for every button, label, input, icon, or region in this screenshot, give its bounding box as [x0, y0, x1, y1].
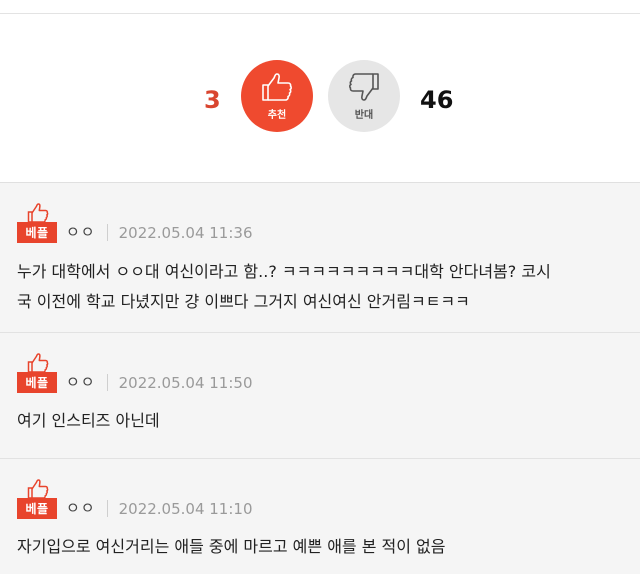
downvote-label: 반대: [354, 110, 374, 121]
comment-text-line: 여기 인스티즈 아닌데: [17, 411, 160, 430]
thumbs-up-icon: [27, 203, 49, 223]
thumbs-up-icon: [262, 73, 292, 101]
divider: [106, 500, 108, 517]
comment-header: 베플 ㅇㅇ 2022.05.04 11:10: [16, 479, 253, 519]
thumbs-up-icon: [27, 353, 49, 373]
comment-text: 누가 대학에서 ㅇㅇ대 여신이라고 함..? ㅋㅋㅋㅋㅋㅋㅋㅋㅋ대학 안다녀봄?…: [17, 257, 627, 317]
vote-area: 3 추천 반대 46: [0, 14, 640, 182]
comment-author[interactable]: ㅇㅇ: [66, 221, 96, 242]
comment-text-line: 국 이전에 학교 다녔지만 걍 이쁘다 그거지 여신여신 안거림ㅋㅌㅋㅋ: [17, 292, 470, 311]
thumbs-up-icon: [27, 479, 49, 499]
comment-text-line: 누가 대학에서 ㅇㅇ대 여신이라고 함..? ㅋㅋㅋㅋㅋㅋㅋㅋㅋ대학 안다녀봄?…: [17, 262, 551, 281]
comment-item: 베플 ㅇㅇ 2022.05.04 11:50 여기 인스티즈 아닌데: [0, 333, 640, 459]
upvote-count: 3: [204, 86, 221, 114]
best-comments-list: 베플 ㅇㅇ 2022.05.04 11:36 누가 대학에서 ㅇㅇ대 여신이라고…: [0, 182, 640, 574]
comment-date: 2022.05.04 11:50: [118, 374, 253, 392]
comment-header: 베플 ㅇㅇ 2022.05.04 11:36: [16, 203, 253, 243]
comment-text: 자기입으로 여신거리는 애들 중에 마르고 예쁜 애를 본 적이 없음: [17, 532, 627, 562]
comment-author[interactable]: ㅇㅇ: [66, 497, 96, 518]
best-label: 베플: [17, 222, 57, 243]
comment-text: 여기 인스티즈 아닌데: [17, 406, 627, 436]
divider: [106, 224, 108, 241]
upvote-label: 추천: [267, 110, 287, 121]
divider: [106, 374, 108, 391]
best-label: 베플: [17, 372, 57, 393]
best-label: 베플: [17, 498, 57, 519]
best-comment-badge: 베플: [16, 479, 58, 519]
comment-header: 베플 ㅇㅇ 2022.05.04 11:50: [16, 353, 253, 393]
upvote-button[interactable]: 추천: [241, 60, 313, 132]
thumbs-down-icon: [349, 73, 379, 101]
best-comment-badge: 베플: [16, 353, 58, 393]
comment-item: 베플 ㅇㅇ 2022.05.04 11:10 자기입으로 여신거리는 애들 중에…: [0, 459, 640, 574]
comment-item: 베플 ㅇㅇ 2022.05.04 11:36 누가 대학에서 ㅇㅇ대 여신이라고…: [0, 183, 640, 333]
downvote-count: 46: [420, 86, 454, 114]
comment-date: 2022.05.04 11:36: [118, 224, 253, 242]
best-comment-badge: 베플: [16, 203, 58, 243]
comment-author[interactable]: ㅇㅇ: [66, 371, 96, 392]
comment-text-line: 자기입으로 여신거리는 애들 중에 마르고 예쁜 애를 본 적이 없음: [17, 537, 446, 556]
comment-date: 2022.05.04 11:10: [118, 500, 253, 518]
downvote-button[interactable]: 반대: [328, 60, 400, 132]
